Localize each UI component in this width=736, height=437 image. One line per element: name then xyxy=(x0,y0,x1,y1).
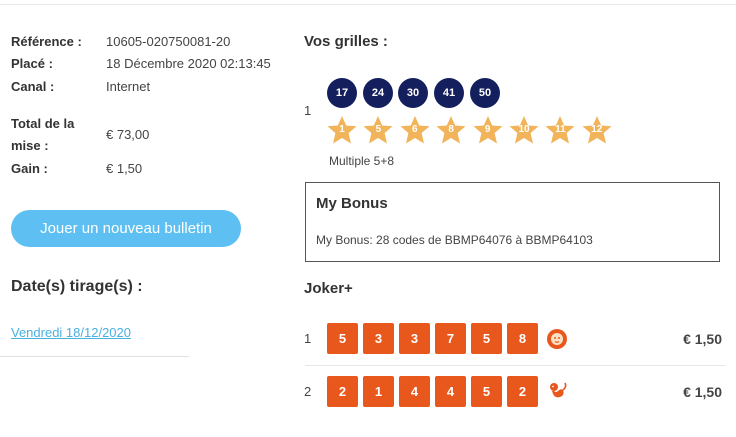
top-divider xyxy=(0,4,736,5)
joker-digit: 5 xyxy=(471,376,502,407)
star-number: 9 xyxy=(472,115,504,145)
total-value: € 73,00 xyxy=(106,127,150,142)
draw-dates-title: Date(s) tirage(s) : xyxy=(11,278,143,295)
joker-digit: 2 xyxy=(327,376,358,407)
star-number: 6 xyxy=(399,115,431,145)
star-number: 10 xyxy=(508,115,540,145)
left-divider xyxy=(0,356,189,357)
star-number: 8 xyxy=(435,115,467,145)
gain-value: € 1,50 xyxy=(106,161,143,176)
main-number-ball: 24 xyxy=(363,78,393,108)
bonus-text: My Bonus: 28 codes de BBMP64076 à BBMP64… xyxy=(316,233,593,247)
lion-icon xyxy=(545,327,569,351)
channel-label: Canal : xyxy=(11,79,55,94)
joker-digit: 3 xyxy=(363,323,394,354)
star-number-label: 10 xyxy=(518,124,530,135)
joker-digit: 8 xyxy=(507,323,538,354)
total-label-line2: mise : xyxy=(11,138,49,153)
bonus-title: My Bonus xyxy=(316,195,388,212)
gain-label: Gain : xyxy=(11,161,48,176)
total-label-line1: Total de la xyxy=(11,116,75,131)
star-number: 11 xyxy=(544,115,576,145)
grid-type: Multiple 5+8 xyxy=(329,154,395,168)
joker-index: 2 xyxy=(304,384,312,399)
star-number: 5 xyxy=(362,115,394,145)
joker-amount: € 1,50 xyxy=(683,331,722,347)
star-number-label: 8 xyxy=(448,124,454,135)
joker-title: Joker+ xyxy=(304,280,353,297)
joker-index: 1 xyxy=(304,331,312,346)
star-number-label: 6 xyxy=(412,124,418,135)
reference-label: Référence : xyxy=(11,34,82,49)
main-number-ball: 17 xyxy=(327,78,357,108)
star-number-label: 12 xyxy=(591,124,603,135)
joker-digit: 5 xyxy=(471,323,502,354)
joker-digit: 4 xyxy=(435,376,466,407)
joker-row-divider xyxy=(305,365,725,366)
star-number-label: 5 xyxy=(375,124,382,135)
star-number: 12 xyxy=(581,115,613,145)
joker-digit: 4 xyxy=(399,376,430,407)
star-number-label: 1 xyxy=(339,124,345,135)
placed-label: Placé : xyxy=(11,56,53,71)
main-number-ball: 30 xyxy=(398,78,428,108)
monkey-icon xyxy=(545,379,569,403)
joker-amount: € 1,50 xyxy=(683,384,722,400)
star-number-label: 9 xyxy=(484,124,491,135)
joker-digit: 3 xyxy=(399,323,430,354)
play-new-ticket-button[interactable]: Jouer un nouveau bulletin xyxy=(11,210,241,247)
joker-digit: 2 xyxy=(507,376,538,407)
joker-digit: 7 xyxy=(435,323,466,354)
star-number-label: 11 xyxy=(555,124,566,135)
main-number-ball: 41 xyxy=(434,78,464,108)
placed-value: 18 Décembre 2020 02:13:45 xyxy=(106,56,271,71)
joker-digit: 1 xyxy=(363,376,394,407)
main-number-ball: 50 xyxy=(470,78,500,108)
draw-date-link[interactable]: Vendredi 18/12/2020 xyxy=(11,325,131,340)
grids-title: Vos grilles : xyxy=(304,33,388,50)
joker-digit: 5 xyxy=(327,323,358,354)
grid-index: 1 xyxy=(304,103,312,118)
reference-value: 10605-020750081-20 xyxy=(106,34,231,49)
channel-value: Internet xyxy=(106,79,151,94)
bonus-box: My Bonus My Bonus: 28 codes de BBMP64076… xyxy=(305,182,720,262)
star-number: 1 xyxy=(326,115,358,145)
